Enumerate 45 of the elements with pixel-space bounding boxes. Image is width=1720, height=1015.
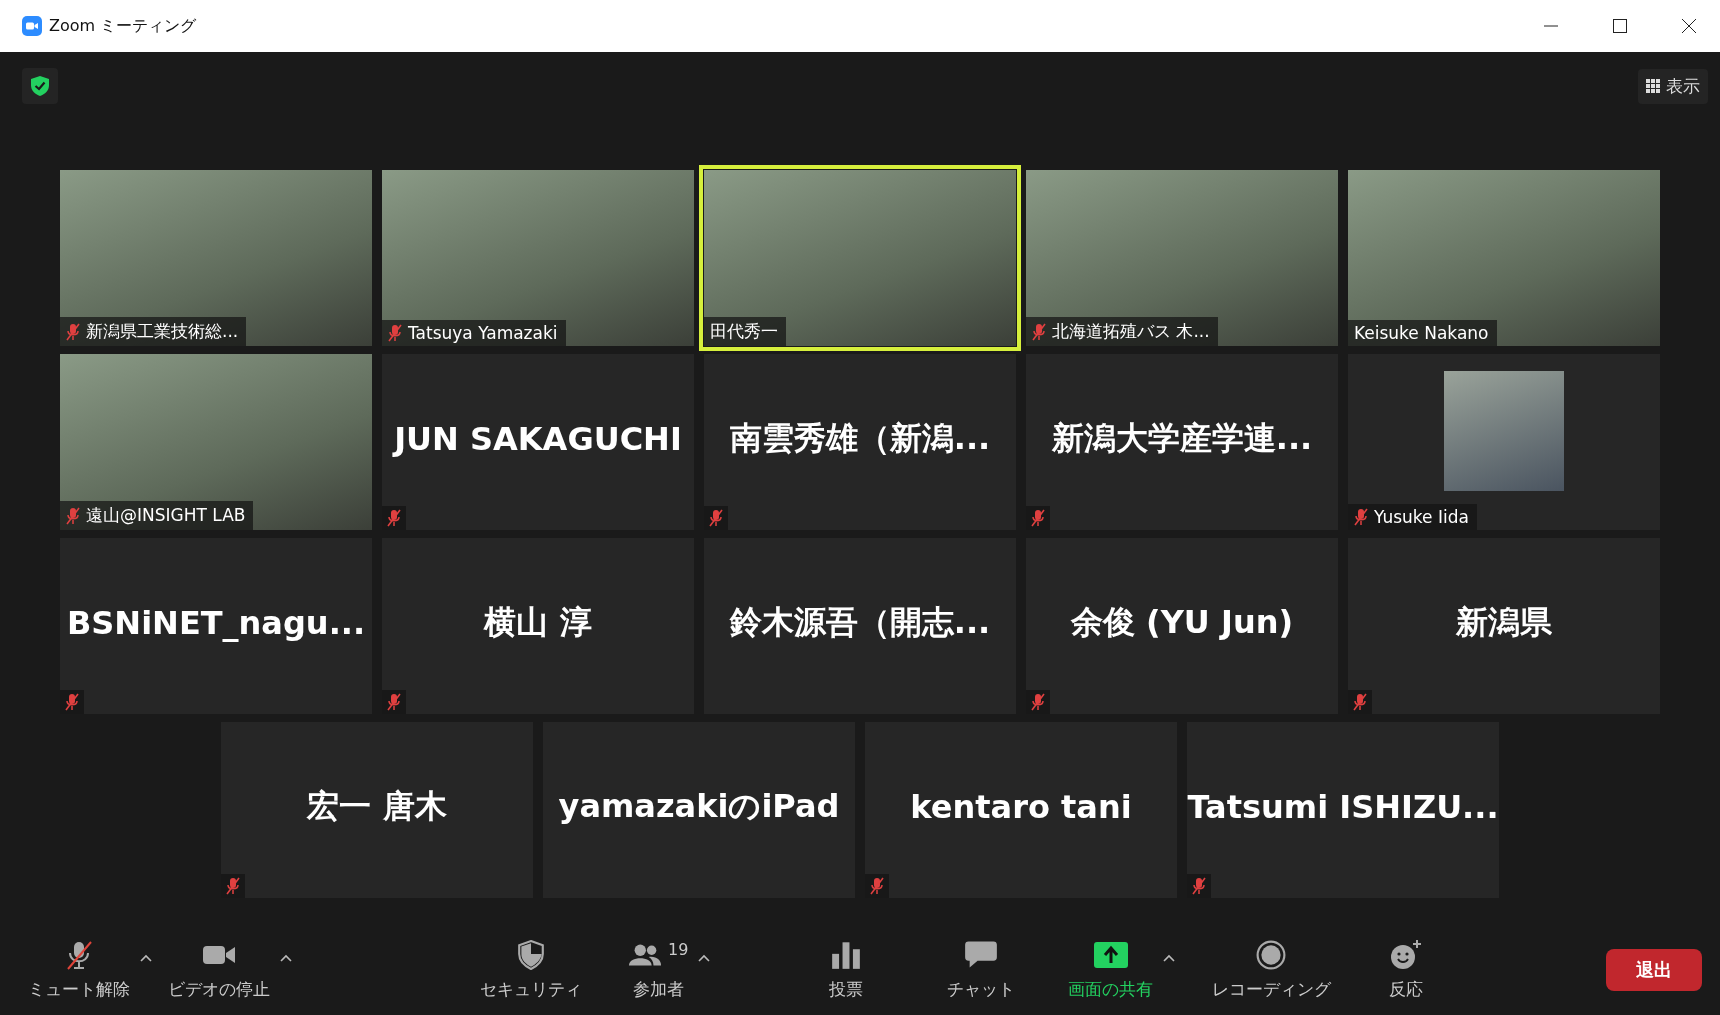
- reactions-button[interactable]: 反応: [1387, 935, 1425, 1005]
- participant-name: Yusuke Iida: [1374, 507, 1469, 527]
- participant-name: 横山 淳: [484, 602, 592, 643]
- participant-name: 南雲秀雄（新潟...: [729, 418, 991, 459]
- smiley-plus-icon: [1389, 939, 1423, 970]
- video-camera-icon: [22, 16, 42, 36]
- participant-name: 鈴木源吾（開志...: [729, 602, 991, 643]
- security-badge[interactable]: [22, 68, 58, 104]
- bar-chart-icon: [829, 939, 863, 970]
- video-button[interactable]: ビデオの停止: [166, 935, 272, 1005]
- leave-button[interactable]: 退出: [1606, 949, 1702, 991]
- participant-name: JUN SAKAGUCHI: [394, 420, 682, 458]
- speech-bubble-icon: [964, 939, 998, 970]
- participant-name: yamazakiのiPad: [558, 786, 840, 827]
- participant-name: Tatsumi ISHIZU...: [1187, 788, 1499, 826]
- mic-button[interactable]: ミュート解除: [26, 935, 132, 1005]
- window-title: Zoom ミーティング: [49, 15, 197, 37]
- share-button[interactable]: 画面の共有: [1066, 935, 1155, 1005]
- participant-name: Keisuke Nakano: [1354, 323, 1489, 343]
- participant-name: kentaro tani: [910, 788, 1132, 826]
- caret-icon[interactable]: [1163, 953, 1175, 962]
- caret-icon[interactable]: [280, 953, 292, 962]
- grid-icon: [1646, 79, 1660, 93]
- participants-button[interactable]: 19 参加者: [626, 935, 691, 1005]
- polls-button[interactable]: 投票: [827, 935, 865, 1005]
- participant-name: 北海道拓殖バス 木...: [1052, 320, 1210, 343]
- participant-name: 田代秀一: [710, 320, 778, 343]
- record-button[interactable]: レコーディング: [1209, 935, 1333, 1005]
- participant-name: 遠山@INSIGHT LAB: [86, 504, 246, 527]
- participant-name: 新潟県: [1456, 602, 1552, 643]
- shield-check-icon: [30, 75, 50, 97]
- participant-name: BSNiNET_nagu...: [66, 604, 366, 642]
- chat-button[interactable]: チャット: [945, 935, 1017, 1005]
- participant-name: 新潟大学産学連...: [1051, 418, 1313, 459]
- caret-icon[interactable]: [698, 953, 711, 962]
- record-icon: [1254, 939, 1288, 970]
- maximize-icon[interactable]: [1613, 19, 1627, 33]
- participant-name: 新潟県工業技術総...: [86, 320, 239, 343]
- participant-name: Tatsuya Yamazaki: [408, 323, 558, 343]
- close-icon[interactable]: [1682, 19, 1696, 33]
- participant-name: 宏一 唐木: [307, 786, 447, 827]
- participant-name: 余俊 (YU Jun): [1070, 602, 1294, 643]
- view-button[interactable]: 表示: [1638, 68, 1708, 104]
- caret-icon[interactable]: [140, 953, 152, 962]
- security-button[interactable]: セキュリティ: [478, 935, 584, 1005]
